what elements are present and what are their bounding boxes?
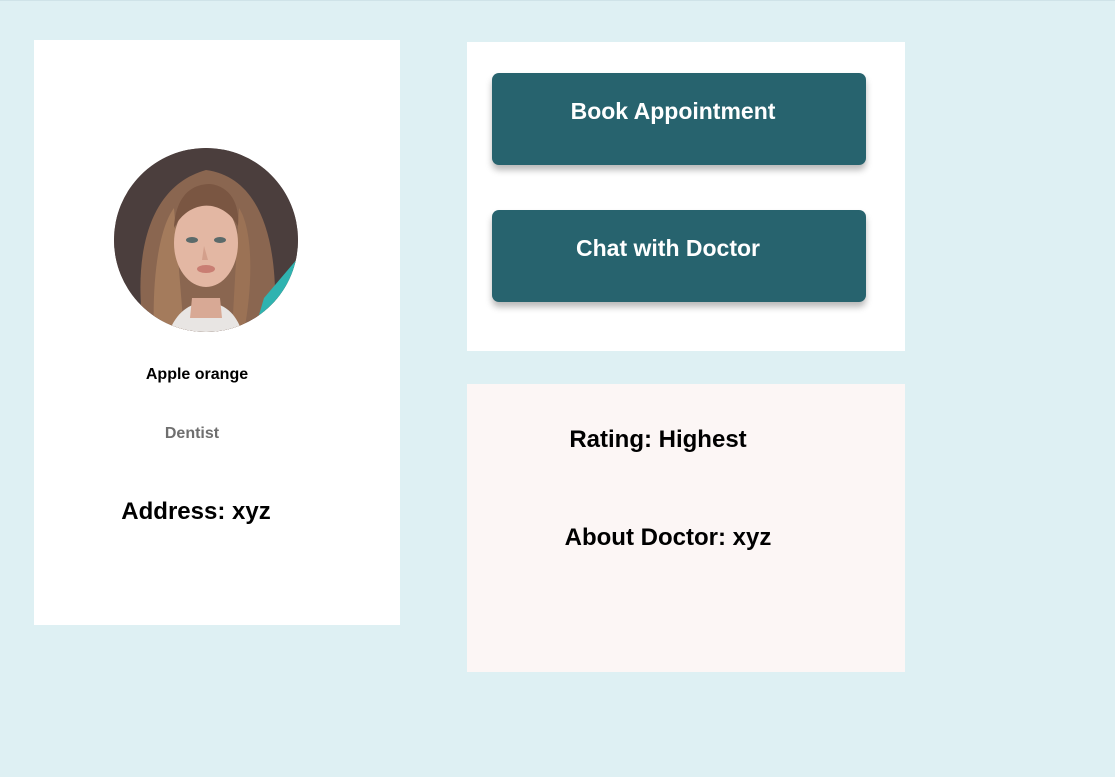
doctor-avatar [114,148,298,332]
doctor-name: Apple orange [145,366,249,383]
doctor-rating: Rating: Highest [569,426,747,453]
chat-with-doctor-button[interactable]: Chat with Doctor [492,210,866,302]
doctor-profile-card: Apple orange Dentist Address: xyz [34,40,400,625]
doctor-address: Address: xyz [121,498,271,525]
book-appointment-button[interactable]: Book Appointment [492,73,866,165]
doctor-profile-page: Apple orange Dentist Address: xyz Book A… [0,0,1115,777]
doctor-specialty: Dentist [164,425,220,442]
about-doctor: About Doctor: xyz [564,524,772,551]
avatar-photo-icon [114,148,298,332]
book-appointment-label: Book Appointment [570,98,776,124]
chat-with-doctor-label: Chat with Doctor [576,235,760,261]
doctor-info-card: Rating: Highest About Doctor: xyz [467,384,905,672]
actions-card: Book Appointment Chat with Doctor [467,42,905,351]
